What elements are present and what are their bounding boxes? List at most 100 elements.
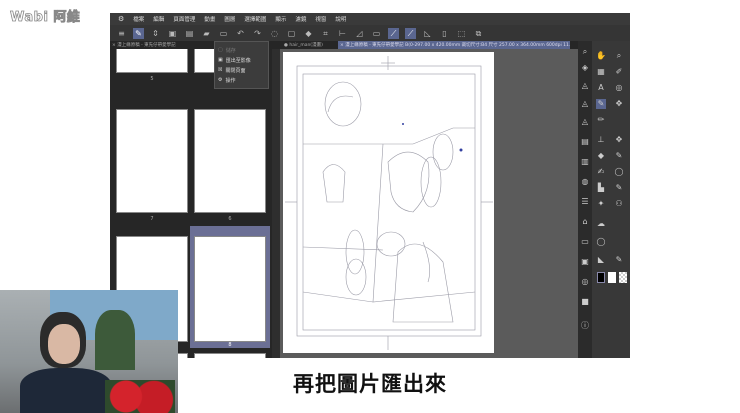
menu-select[interactable]: 選擇範圍	[244, 15, 266, 23]
move-icon[interactable]: ✥	[614, 135, 624, 145]
page-number: 8	[228, 342, 232, 348]
snap-ruler-icon[interactable]: ⟋	[388, 27, 399, 39]
settings-icon[interactable]: ⧉	[473, 28, 484, 39]
tab-pages[interactable]: × 漫上緣原稿 - 東先仔帶愛學記	[112, 42, 176, 48]
list-icon[interactable]: ☰	[580, 197, 590, 207]
redo-icon[interactable]: ↷	[252, 28, 263, 39]
pen-icon[interactable]: ✎	[614, 255, 624, 265]
open-folder-icon[interactable]: ▰	[201, 28, 212, 39]
operation-icon[interactable]: ▦	[596, 67, 606, 77]
hand-icon[interactable]: ✋	[596, 51, 606, 61]
menu-view[interactable]: 顯示	[275, 15, 286, 23]
page-thumbnail-5[interactable]	[116, 49, 188, 73]
pen-icon[interactable]: ✎	[614, 151, 624, 161]
ruler-icon[interactable]: ◣	[596, 255, 606, 265]
tab-manga-page[interactable]: × 漫上緣原稿 - 東先仔帶愛學記 B(0-297.00 x 420.00mm …	[338, 41, 570, 49]
selection-icon[interactable]: ◎	[614, 83, 624, 93]
menu-file[interactable]: 檔案	[133, 15, 144, 23]
layer-icon[interactable]: ◬	[580, 81, 590, 91]
clear-icon[interactable]: ▢	[286, 28, 297, 39]
layer-icon[interactable]: ◬	[580, 99, 590, 109]
page-thumbnail-7[interactable]	[116, 109, 188, 213]
hamburger-icon[interactable]: ≡	[116, 28, 127, 39]
menu-edit[interactable]: 編輯	[153, 15, 164, 23]
sub-color-swatch[interactable]	[608, 272, 616, 283]
navigator-icon[interactable]: ◎	[580, 277, 590, 287]
screen-icon[interactable]: ▣	[167, 28, 178, 39]
pen-tool-icon[interactable]: ✎	[133, 27, 144, 39]
layer-icon[interactable]: ◬	[580, 117, 590, 127]
swap-icon[interactable]: ⇕	[150, 28, 161, 39]
manga-page[interactable]	[283, 52, 494, 353]
sparkle-icon[interactable]: ✦	[596, 199, 606, 209]
close-icon: ☒	[218, 67, 223, 73]
menu-item-export-image[interactable]: ▣ 匯出至影像	[218, 55, 265, 65]
snap-special-icon[interactable]: ⟋	[405, 27, 416, 39]
loading-icon[interactable]: ◌	[269, 28, 280, 39]
eraser-icon[interactable]: ◆	[596, 151, 606, 161]
main-color-swatch[interactable]	[597, 272, 605, 283]
context-menu: ▢ 儲存 ▣ 匯出至影像 ☒ 關閉頁面 ⚙ 操作	[214, 41, 269, 89]
figure-icon[interactable]: ⚇	[614, 199, 624, 209]
zoom-icon[interactable]: ⌕	[614, 51, 624, 61]
brush-icon[interactable]: ✍	[596, 167, 606, 177]
export-icon: ▣	[218, 57, 223, 63]
tab-hair-man[interactable]: ● hair_man(漫畫)	[284, 42, 323, 48]
text-icon[interactable]: A	[596, 83, 606, 93]
menu-help[interactable]: 說明	[335, 15, 346, 23]
ruler2-icon[interactable]: ◿	[354, 28, 365, 39]
eyedropper-icon[interactable]: ✐	[614, 67, 624, 77]
stamp-icon[interactable]: ⊥	[596, 135, 606, 145]
cloud-icon[interactable]: ☁	[596, 219, 606, 229]
panel-icon[interactable]: ■	[580, 297, 590, 307]
page-thumbnail-8[interactable]	[194, 236, 266, 342]
person-face	[48, 324, 80, 364]
lasso-icon[interactable]: ◯	[596, 237, 606, 247]
pencil-icon[interactable]: ✏	[596, 115, 606, 125]
layer-icon[interactable]: ◈	[580, 63, 590, 73]
page-thumbnail-10[interactable]	[194, 353, 266, 358]
snap-grid-icon[interactable]: ◺	[422, 28, 433, 39]
save-icon[interactable]: ▭	[218, 28, 229, 39]
snap-icon[interactable]: ▭	[371, 28, 382, 39]
phone-icon[interactable]: ▯	[439, 28, 450, 39]
ruler-icon[interactable]: ⊢	[337, 28, 348, 39]
fill-icon[interactable]: ▙	[596, 183, 606, 193]
menu-filter[interactable]: 濾鏡	[295, 15, 306, 23]
menu-layer[interactable]: 圖層	[224, 15, 235, 23]
panel-icon[interactable]: ▤	[580, 137, 590, 147]
menu-bar: ⚙ 檔案 編輯 頁面管理 動畫 圖層 選擇範圍 顯示 濾鏡 視窗 說明	[110, 13, 630, 25]
plant	[95, 310, 135, 370]
menu-window[interactable]: 視窗	[315, 15, 326, 23]
fill-icon[interactable]: ◆	[303, 28, 314, 39]
menu-item-operations[interactable]: ⚙ 操作	[218, 75, 265, 85]
search-icon[interactable]: ⌕	[580, 47, 590, 57]
panel-icon[interactable]: ◍	[580, 177, 590, 187]
new-file-icon[interactable]: ▤	[184, 28, 195, 39]
move-icon[interactable]: ✥	[614, 99, 624, 109]
page-number: 7	[150, 216, 154, 222]
panel-icon[interactable]: ▥	[580, 157, 590, 167]
folder-icon[interactable]: ▭	[580, 237, 590, 247]
image-icon[interactable]: ▣	[580, 257, 590, 267]
command-bar: ≡ ✎ ⇕ ▣ ▤ ▰ ▭ ↶ ↷ ◌ ▢ ◆ ⌗ ⊢ ◿ ▭ ⟋ ⟋ ◺ ▯ …	[110, 25, 630, 41]
menu-item-save[interactable]: ▢ 儲存	[218, 45, 265, 55]
gear-icon: ⚙	[218, 77, 223, 83]
export-icon[interactable]: ⬚	[456, 28, 467, 39]
page-thumbnail-6[interactable]	[194, 109, 266, 213]
lasso-icon[interactable]: ◯	[614, 167, 624, 177]
app-icon[interactable]: ⚙	[118, 15, 124, 23]
menu-item-close-page[interactable]: ☒ 關閉頁面	[218, 65, 265, 75]
menu-page[interactable]: 頁面管理	[173, 15, 195, 23]
undo-icon[interactable]: ↶	[235, 28, 246, 39]
pen-icon[interactable]: ✎	[596, 99, 606, 109]
info-icon[interactable]: ⓘ	[580, 321, 590, 331]
menu-animation[interactable]: 動畫	[204, 15, 215, 23]
tool-palette: ⌕ ◈ ◬ ◬ ◬ ▤ ▥ ◍ ☰ ⌂ ▭ ▣ ◎ ■ ⓘ ✋ ⌕ ▦ ✐ A …	[578, 41, 630, 358]
panel-icon[interactable]: ⌂	[580, 217, 590, 227]
crop-icon[interactable]: ⌗	[320, 28, 331, 39]
page-number: 5	[150, 76, 154, 82]
transparent-swatch[interactable]	[619, 272, 627, 283]
blend-icon[interactable]: ✎	[614, 183, 624, 193]
canvas-area[interactable]	[280, 49, 578, 358]
